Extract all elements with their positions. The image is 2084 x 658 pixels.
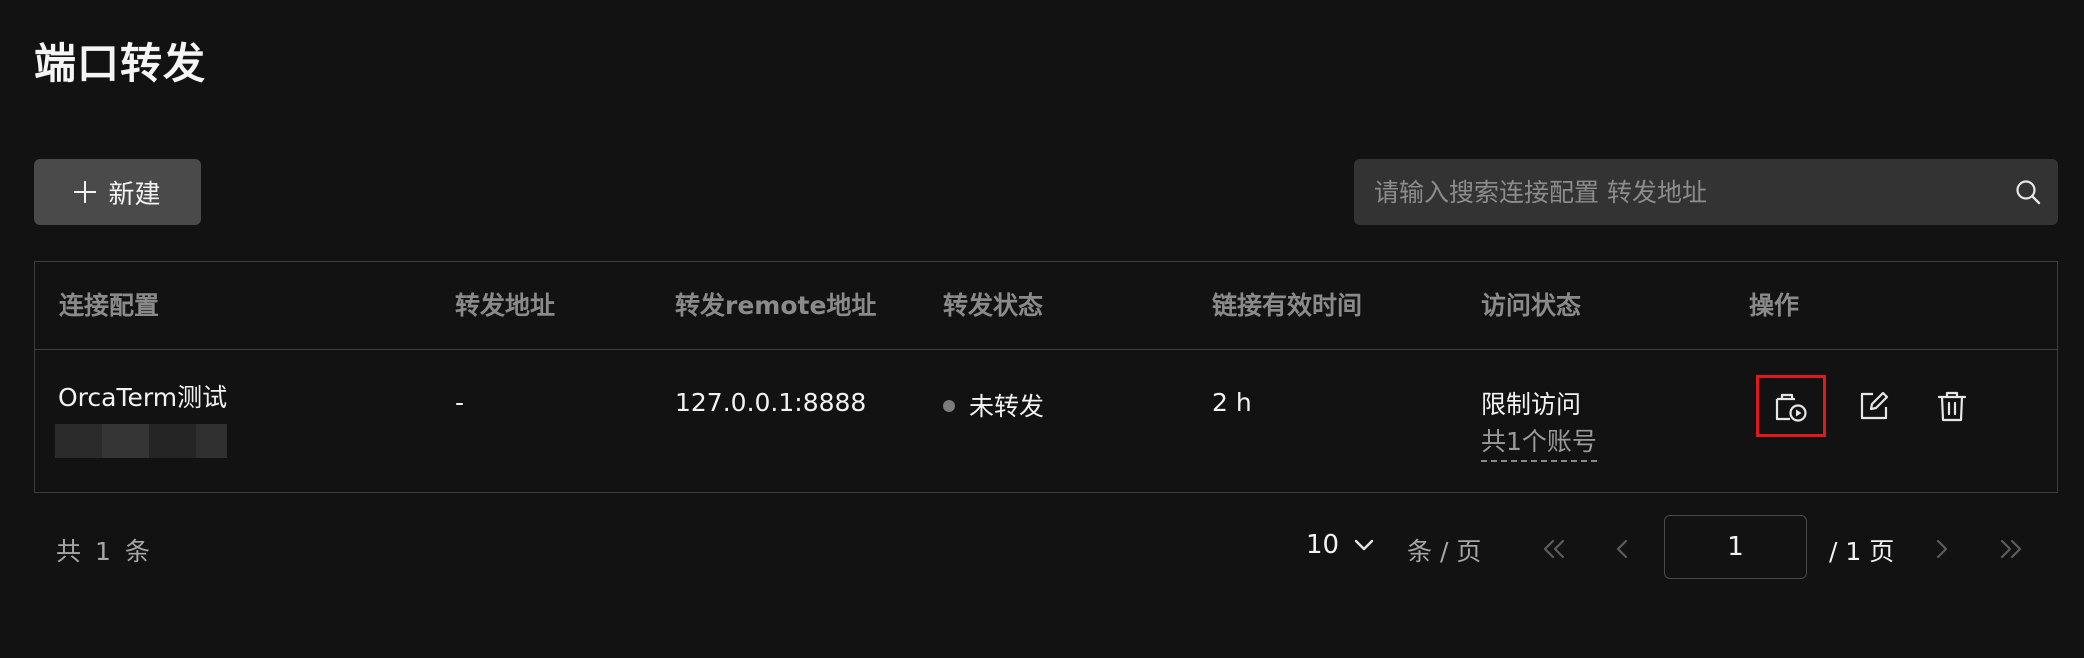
status-dot xyxy=(943,400,955,412)
start-forward-icon xyxy=(1775,393,1807,422)
column-header-status: 转发状态 xyxy=(943,291,1044,320)
search-icon[interactable] xyxy=(1998,159,2058,225)
total-suffix: 条 xyxy=(124,537,150,566)
column-header-forward-address: 转发地址 xyxy=(455,291,556,320)
remote-address-value: 127.0.0.1:8888 xyxy=(675,388,867,417)
new-button[interactable]: 新建 xyxy=(34,159,201,225)
valid-time-value: 2 h xyxy=(1212,388,1252,417)
last-page-button[interactable] xyxy=(1994,532,2028,566)
double-chevron-right-icon xyxy=(2000,539,2022,559)
search-input[interactable] xyxy=(1354,159,1998,225)
total-pages: / 1 页 xyxy=(1829,537,1895,566)
first-page-button[interactable] xyxy=(1537,532,1571,566)
masked-connection-detail xyxy=(55,424,227,458)
new-button-label: 新建 xyxy=(108,179,161,210)
forward-status-label: 未转发 xyxy=(969,392,1045,421)
chevron-right-icon xyxy=(1936,539,1948,559)
current-page-input[interactable] xyxy=(1664,515,1807,579)
double-chevron-left-icon xyxy=(1543,539,1565,559)
page-size-unit: 条 / 页 xyxy=(1407,537,1482,566)
page-size-select[interactable]: 10 xyxy=(1306,530,1375,560)
column-header-access: 访问状态 xyxy=(1481,291,1582,320)
forward-table: 连接配置 转发地址 转发remote地址 转发状态 链接有效时间 访问状态 操作… xyxy=(34,261,2058,493)
search-box xyxy=(1354,159,2058,225)
next-page-button[interactable] xyxy=(1925,532,1959,566)
edit-icon xyxy=(1860,391,1889,420)
page-size-value: 10 xyxy=(1306,530,1340,560)
table-header: 连接配置 转发地址 转发remote地址 转发状态 链接有效时间 访问状态 操作 xyxy=(35,262,2057,350)
plus-icon xyxy=(74,181,97,203)
page-title: 端口转发 xyxy=(34,39,207,88)
forward-address-value: - xyxy=(455,388,465,417)
total-prefix: 共 xyxy=(56,537,82,566)
forward-status: 未转发 xyxy=(943,387,1044,423)
table-row: OrcaTerm测试 - 127.0.0.1:8888 未转发 2 h 限制访问… xyxy=(35,350,2057,493)
access-accounts-link[interactable]: 共1个账号 xyxy=(1481,422,1597,462)
column-header-actions: 操作 xyxy=(1749,291,1800,320)
delete-icon xyxy=(1937,391,1967,422)
start-forward-button[interactable] xyxy=(1756,375,1826,437)
delete-button[interactable] xyxy=(1917,375,1987,437)
connection-name: OrcaTerm测试 xyxy=(58,383,228,412)
column-header-connection: 连接配置 xyxy=(59,291,160,320)
access-status: 限制访问 xyxy=(1481,390,1582,419)
total-count: 共1条 xyxy=(56,532,150,568)
column-header-remote-address: 转发remote地址 xyxy=(675,291,877,320)
port-forward-page: 端口转发 新建 连接配置 转发地址 转发remote地址 转发状态 链接有效时间… xyxy=(0,0,2084,658)
edit-button[interactable] xyxy=(1839,375,1909,437)
column-header-valid-time: 链接有效时间 xyxy=(1212,291,1363,320)
prev-page-button[interactable] xyxy=(1605,532,1639,566)
total-value: 1 xyxy=(95,537,111,566)
chevron-left-icon xyxy=(1616,539,1628,559)
chevron-down-icon xyxy=(1354,539,1374,551)
